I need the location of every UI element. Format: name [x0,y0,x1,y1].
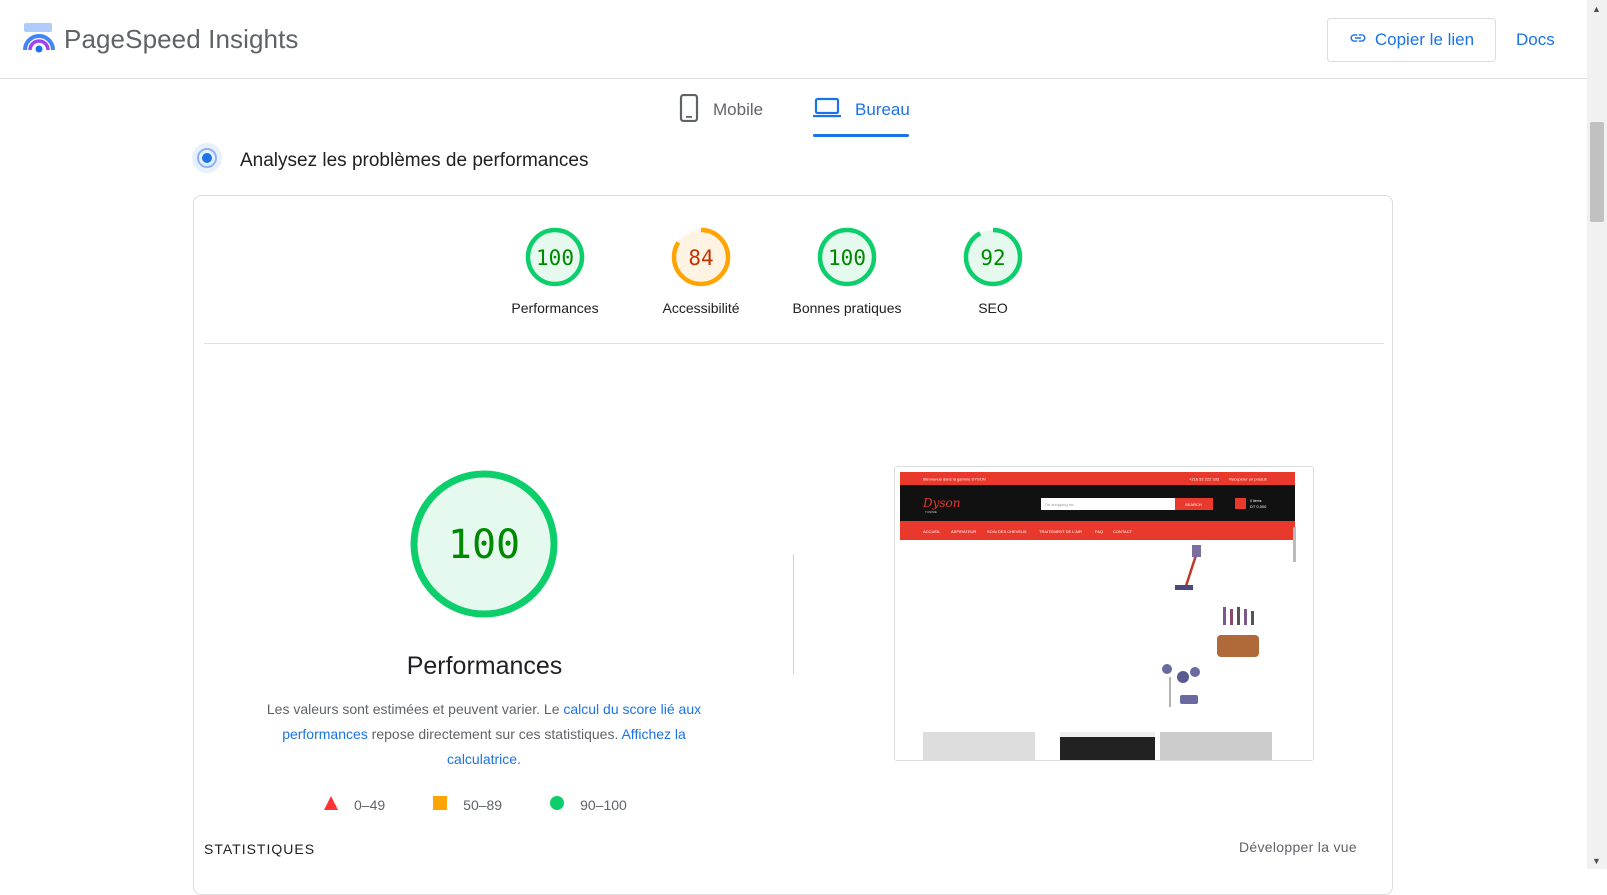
svg-text:CONTACT: CONTACT [1113,529,1133,534]
tab-desktop[interactable]: Bureau [813,93,910,127]
gauge-label: Accessibilité [662,300,740,316]
report-card: 100 Performances 84 Accessibilité 100 Bo… [193,195,1393,895]
svg-text:TUNISIE: TUNISIE [925,510,937,514]
gauge-performance[interactable]: 100 Performances [485,226,625,316]
gauge-value: 92 [980,246,1005,270]
site-preview-image: Bienvenue dans la gamme DYSON +216 52 22… [895,467,1313,760]
page-screenshot: Bienvenue dans la gamme DYSON +216 52 22… [894,466,1314,761]
svg-text:Récupérer un produit: Récupérer un produit [1229,477,1267,482]
stats-title: STATISTIQUES [204,841,316,857]
tab-mobile-label: Mobile [713,100,764,119]
svg-text:Dyson: Dyson [922,496,961,510]
divider [204,343,1384,344]
tab-mobile[interactable]: Mobile [679,93,763,127]
gauge-ring: 92 [963,227,1023,287]
gauge-value: 100 [536,246,574,270]
svg-text:ACCUEIL: ACCUEIL [923,529,941,534]
score-gauges: 100 Performances 84 Accessibilité 100 Bo… [194,196,1392,343]
desc-text-1: Les valeurs sont estimées et peuvent var… [266,701,564,717]
gauge-accessibility[interactable]: 84 Accessibilité [631,226,771,316]
gauge-ring: 100 [525,227,585,287]
section-title: Analysez les problèmes de performances [240,149,589,171]
legend-pass: 90–100 [550,796,627,813]
circle-icon [550,796,580,813]
square-icon [433,796,463,813]
svg-text:TRAITEMENT DE L'AIR: TRAITEMENT DE L'AIR [1039,529,1082,534]
legend-range: 90–100 [580,796,627,813]
gauge-ring: 84 [671,227,731,287]
legend-average: 50–89 [433,796,502,813]
main-score-value: 100 [448,522,520,568]
score-description: Les valeurs sont estimées et peuvent var… [244,697,724,772]
scroll-down-icon[interactable]: ▼ [1592,856,1601,866]
triangle-icon [324,796,354,813]
gauge-best-practices[interactable]: 100 Bonnes pratiques [777,226,917,316]
gauge-ring: 100 [817,227,877,287]
active-tab-indicator [813,134,909,137]
score-legend: 0–49 50–89 90–100 [324,796,675,813]
expand-view-toggle[interactable]: Développer la vue [1239,839,1357,855]
gauge-seo[interactable]: 92 SEO [923,226,1063,316]
legend-range: 50–89 [463,796,503,813]
copy-link-button[interactable]: Copier le lien [1327,18,1496,62]
legend-range: 0–49 [354,796,386,813]
gauge-label: Bonnes pratiques [792,300,902,316]
app-title: PageSpeed Insights [64,24,299,54]
copy-link-label: Copier le lien [1374,30,1475,49]
legend-fail: 0–49 [324,796,385,813]
page-scrollbar[interactable]: ▲ ▼ [1587,0,1607,869]
phone-icon [679,93,713,127]
svg-text:0 Items: 0 Items [1250,499,1262,503]
svg-text:Bienvenue dans la gamme DYSON: Bienvenue dans la gamme DYSON [923,477,986,482]
scroll-up-icon[interactable]: ▲ [1592,4,1601,14]
gauge-value: 100 [828,246,866,270]
svg-text:SOIN DES CHEVEUX: SOIN DES CHEVEUX [987,529,1027,534]
svg-text:I'm shopping for...: I'm shopping for... [1045,502,1076,507]
section-header: Analysez les problèmes de performances [192,143,589,178]
diagnose-icon [192,143,222,178]
brand[interactable]: PageSpeed Insights [22,20,299,59]
svg-text:DT 0,000: DT 0,000 [1250,504,1267,509]
svg-text:ASPIRATEUR: ASPIRATEUR [951,529,976,534]
tab-desktop-label: Bureau [855,100,910,119]
link-icon [1349,29,1375,52]
laptop-icon [813,97,855,124]
vertical-separator [793,554,794,674]
svg-text:FAQ: FAQ [1095,529,1103,534]
docs-link[interactable]: Docs [1516,30,1555,50]
device-tabs: Mobile Bureau [0,79,1587,139]
gauge-label: SEO [978,300,1008,316]
desc-text-2: repose directement sur ces statistiques. [367,726,622,742]
gauge-value: 84 [688,246,713,270]
top-bar: PageSpeed Insights Copier le lien Docs [0,0,1587,79]
gauge-label: Performances [511,300,599,316]
main-score-label: Performances [406,652,563,680]
svg-text:SEARCH: SEARCH [1185,502,1202,507]
svg-text:+216 52 222 333: +216 52 222 333 [1189,477,1220,482]
scroll-thumb[interactable] [1590,122,1604,222]
performance-main-gauge: 100 [410,470,558,618]
pagespeed-logo-icon [22,20,56,59]
